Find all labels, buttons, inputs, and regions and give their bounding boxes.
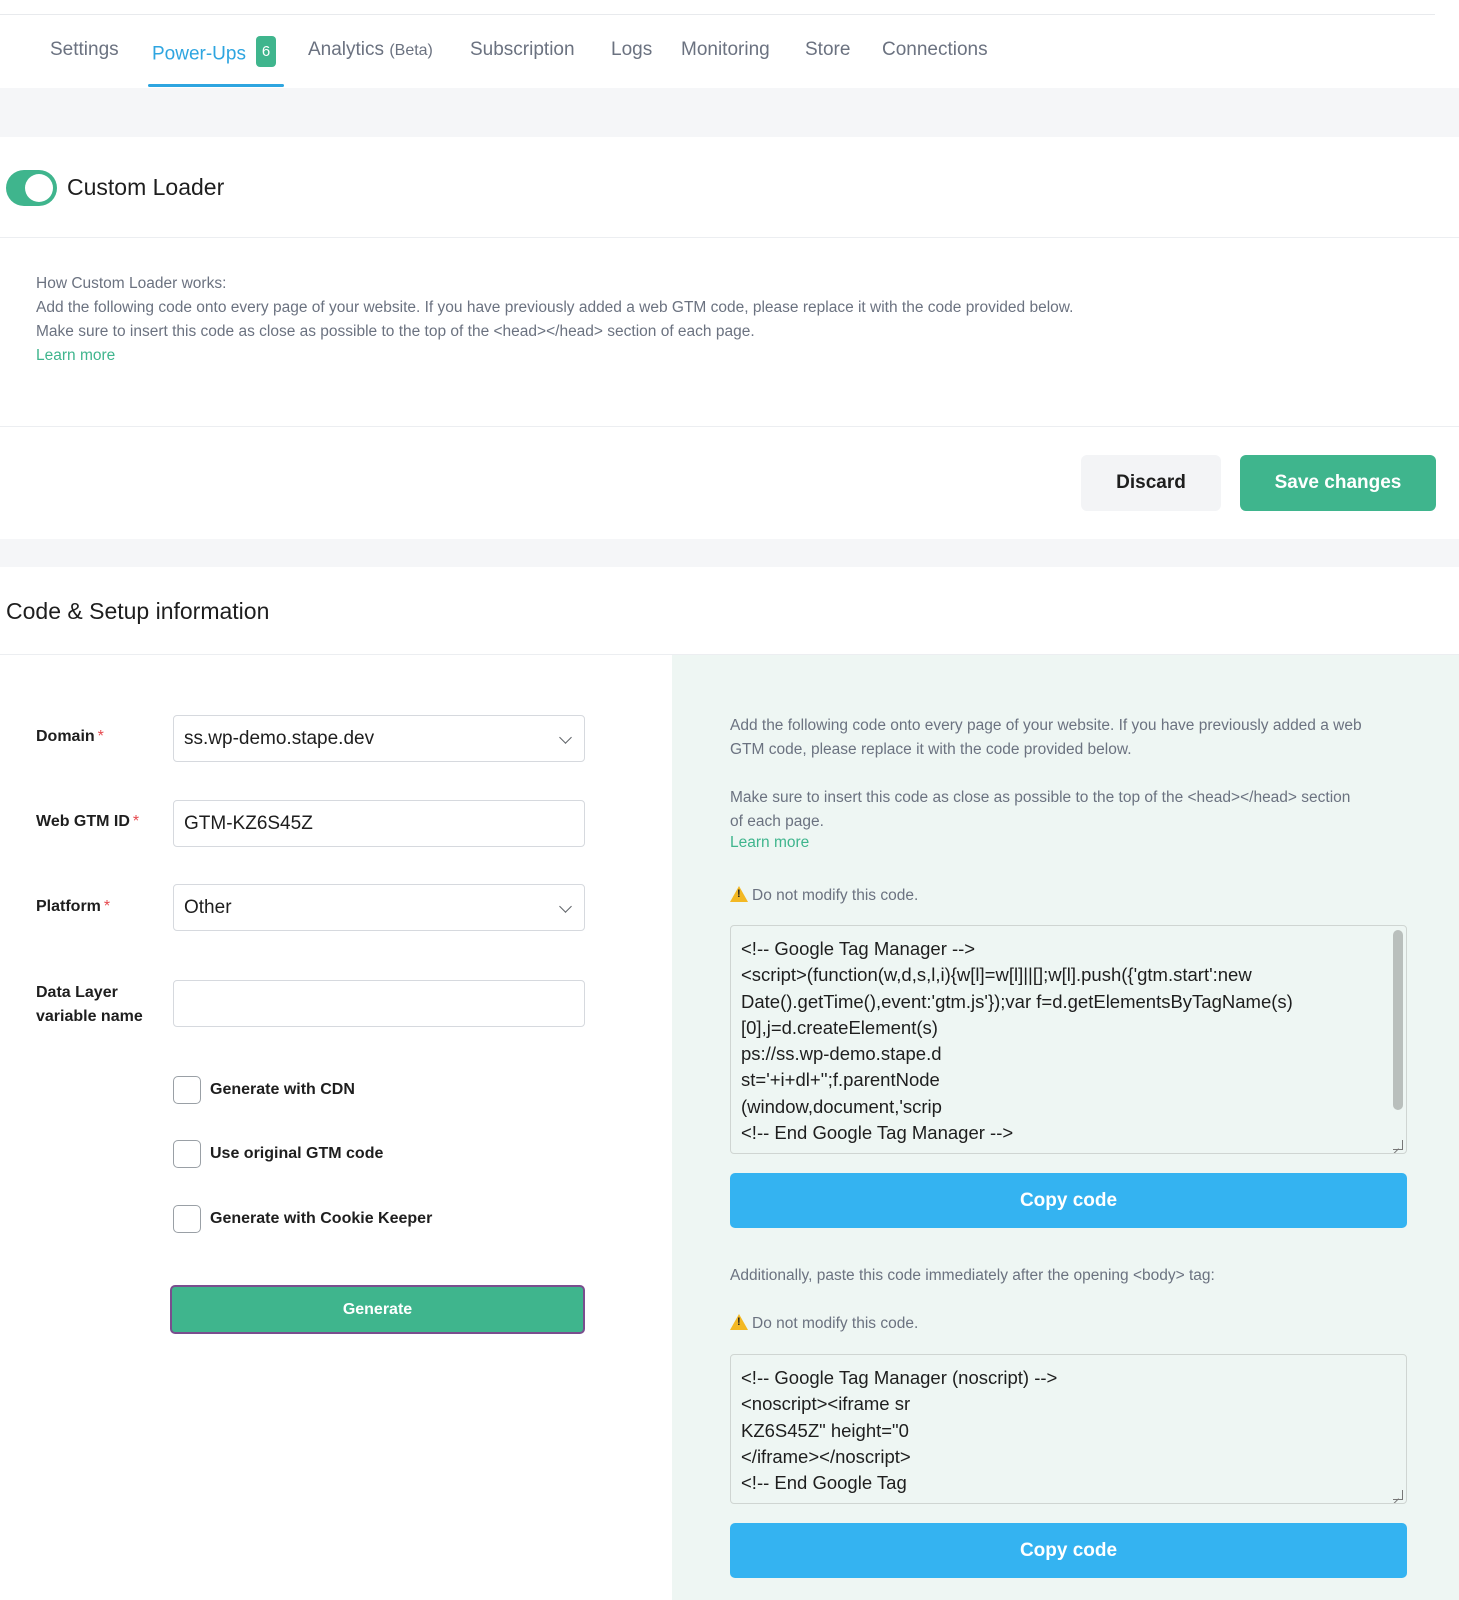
warning-text: Do not modify this code. xyxy=(752,1315,919,1332)
tab-label: Settings xyxy=(50,39,119,60)
section-title: Code & Setup information xyxy=(6,598,270,624)
web-gtm-id-label: Web GTM ID * xyxy=(36,810,139,834)
code-line: KZ6S45Z" height="0 xyxy=(741,1419,909,1441)
domain-label: Domain * xyxy=(36,725,104,749)
info-heading: How Custom Loader works: xyxy=(36,275,227,292)
tab-label: Connections xyxy=(882,39,988,60)
discard-button[interactable]: Discard xyxy=(1081,455,1221,511)
code-line: ps://ss.wp-demo.stape.d xyxy=(741,1043,942,1065)
resize-handle-icon[interactable] xyxy=(1393,1490,1403,1500)
custom-loader-toggle[interactable] xyxy=(6,170,57,206)
code-line: (window,document,'scrip xyxy=(741,1095,942,1117)
tab-power-ups[interactable]: Power-Ups 6 xyxy=(152,36,276,70)
head-warning: Do not modify this code. xyxy=(730,884,918,905)
info-text: Make sure to insert this code as close a… xyxy=(36,323,755,340)
cookie-keeper-label: Generate with Cookie Keeper xyxy=(210,1210,433,1227)
intro-line: Make sure to insert this code as close a… xyxy=(730,789,1351,806)
intro-line: GTM code, please replace it with the cod… xyxy=(730,741,1132,758)
head-code-textarea[interactable]: <!-- Google Tag Manager --> <script>(fun… xyxy=(730,925,1407,1154)
code-line: <!-- End Google Tag xyxy=(741,1472,907,1494)
intro-line: Add the following code onto every page o… xyxy=(730,717,1362,734)
copy-head-code-button[interactable]: Copy code xyxy=(730,1173,1407,1228)
original-gtm-checkbox[interactable] xyxy=(173,1140,201,1168)
panel-instructions: Make sure to insert this code as close a… xyxy=(730,786,1350,834)
tab-logs[interactable]: Logs xyxy=(611,39,652,61)
label-text: Web GTM ID xyxy=(36,813,130,830)
input-value: GTM-KZ6S45Z xyxy=(184,813,313,834)
intro-line: of each page. xyxy=(730,813,824,830)
powerup-title: Custom Loader xyxy=(67,174,225,200)
toggle-knob xyxy=(25,174,53,202)
save-changes-button[interactable]: Save changes xyxy=(1240,455,1436,511)
label-text: Data Layer xyxy=(36,984,118,1001)
how-it-works: How Custom Loader works: Add the followi… xyxy=(36,272,1073,368)
section-gap xyxy=(0,88,1459,137)
beta-tag: (Beta) xyxy=(389,42,433,59)
warning-icon xyxy=(730,1314,748,1330)
cookie-keeper-checkbox[interactable] xyxy=(173,1205,201,1233)
domain-select[interactable]: ss.wp-demo.stape.dev xyxy=(173,715,585,762)
code-line: <script>(function(w,d,s,l,i){w[l]=w[l]||… xyxy=(741,964,1252,986)
tab-store[interactable]: Store xyxy=(805,39,850,61)
required-mark: * xyxy=(97,728,104,745)
tab-settings[interactable]: Settings xyxy=(50,39,119,61)
scrollbar[interactable] xyxy=(1393,930,1403,1110)
data-layer-label: Data Layer variable name xyxy=(36,981,143,1029)
platform-label: Platform * xyxy=(36,895,110,919)
info-text: Add the following code onto every page o… xyxy=(36,299,1074,316)
body-code-textarea[interactable]: <!-- Google Tag Manager (noscript) --> <… xyxy=(730,1354,1407,1504)
data-layer-input[interactable] xyxy=(173,980,585,1027)
divider xyxy=(0,237,1459,238)
tab-label: Store xyxy=(805,39,851,60)
body-warning: Do not modify this code. xyxy=(730,1312,918,1333)
section-gap xyxy=(0,539,1459,567)
tab-label: Subscription xyxy=(470,39,575,60)
learn-more-link[interactable]: Learn more xyxy=(36,347,115,364)
tab-label: Analytics xyxy=(308,39,385,60)
warning-text: Do not modify this code. xyxy=(752,887,919,904)
tab-analytics[interactable]: Analytics (Beta) xyxy=(308,39,433,61)
required-mark: * xyxy=(103,898,111,915)
code-line: st='+i+dl+'';f.parentNode xyxy=(741,1069,940,1091)
generate-button[interactable]: Generate xyxy=(170,1285,585,1334)
copy-body-code-button[interactable]: Copy code xyxy=(730,1523,1407,1578)
code-line: </iframe></noscript> xyxy=(741,1445,911,1467)
tab-bar: Settings Power-Ups 6 Analytics (Beta) Sub… xyxy=(0,15,1459,88)
divider xyxy=(0,426,1459,427)
learn-more-link[interactable]: Learn more xyxy=(730,834,809,852)
label-text: Domain xyxy=(36,728,95,745)
web-gtm-id-input[interactable]: GTM-KZ6S45Z xyxy=(173,800,585,847)
code-line: [0],j=d.createElement(s) xyxy=(741,1016,938,1038)
warning-icon xyxy=(730,886,748,902)
tab-subscription[interactable]: Subscription xyxy=(470,39,575,61)
active-tab-indicator xyxy=(148,84,284,87)
code-line: <!-- Google Tag Manager (noscript) --> xyxy=(741,1367,1058,1388)
generate-cdn-label: Generate with CDN xyxy=(210,1081,355,1098)
code-line: <!-- Google Tag Manager --> xyxy=(741,938,976,959)
chevron-down-icon xyxy=(559,900,572,913)
panel-intro: Add the following code onto every page o… xyxy=(730,714,1362,762)
code-line: <noscript><iframe sr xyxy=(741,1393,911,1415)
original-gtm-label: Use original GTM code xyxy=(210,1145,384,1162)
code-line: Date().getTime(),event:'gtm.js'});var f=… xyxy=(741,990,1293,1012)
tab-connections[interactable]: Connections xyxy=(882,39,988,61)
select-value: ss.wp-demo.stape.dev xyxy=(184,728,375,749)
required-mark: * xyxy=(132,813,140,830)
label-text: Platform xyxy=(36,898,101,915)
chevron-down-icon xyxy=(559,731,572,744)
count-badge: 6 xyxy=(255,36,276,67)
tab-monitoring[interactable]: Monitoring xyxy=(681,39,770,61)
code-line: <!-- End Google Tag Manager --> xyxy=(741,1122,1014,1144)
select-value: Other xyxy=(184,897,232,918)
resize-handle-icon[interactable] xyxy=(1393,1140,1403,1150)
tab-label: Power-Ups xyxy=(152,43,246,65)
label-text: variable name xyxy=(36,1008,143,1025)
body-intro: Additionally, paste this code immediatel… xyxy=(730,1267,1215,1284)
tab-label: Monitoring xyxy=(681,39,770,60)
platform-select[interactable]: Other xyxy=(173,884,585,931)
generate-cdn-checkbox[interactable] xyxy=(173,1076,201,1104)
tab-label: Logs xyxy=(611,39,653,60)
